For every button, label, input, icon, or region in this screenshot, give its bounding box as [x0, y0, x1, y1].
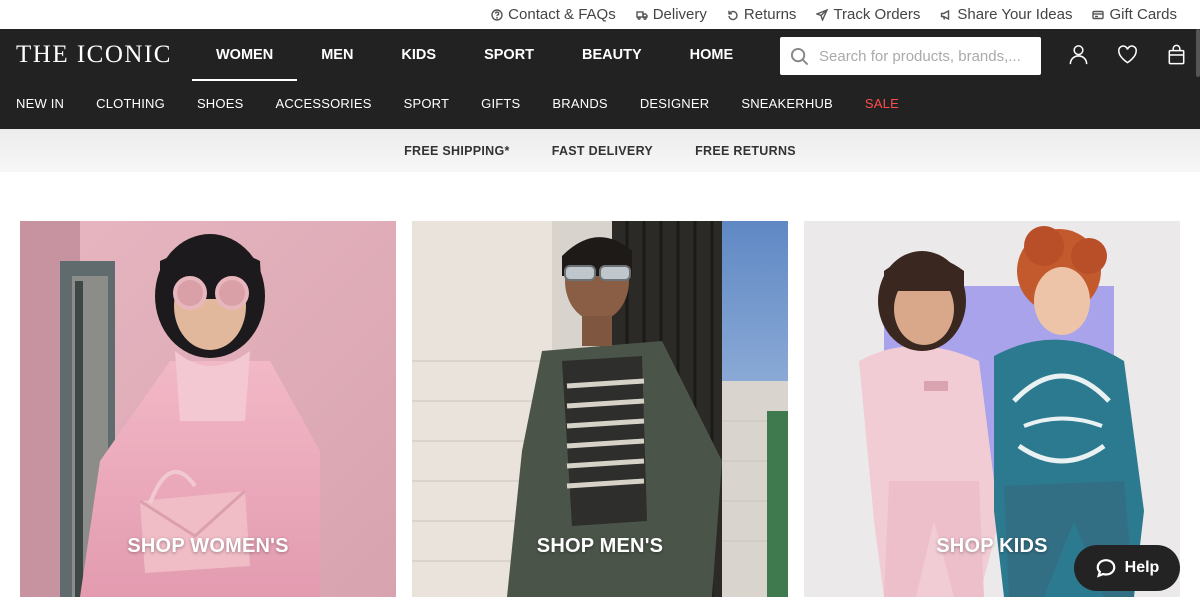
category-sport[interactable]: SPORT [404, 96, 450, 111]
bag-button[interactable] [1165, 43, 1188, 66]
chat-bubble-icon [1096, 559, 1116, 578]
dept-tab-home[interactable]: HOME [666, 29, 758, 81]
utility-link-label: Share Your Ideas [957, 6, 1073, 23]
help-circle-icon [491, 8, 503, 21]
megaphone-icon [941, 9, 950, 20]
account-button[interactable] [1067, 43, 1090, 66]
main-header: THE ICONIC WOMEN MEN KIDS SPORT BEAUTY H… [0, 29, 1200, 129]
promo-free-returns[interactable]: FREE RETURNS [695, 144, 796, 158]
tile-shop-kids[interactable]: SHOP KIDS [804, 221, 1180, 597]
dept-tab-women[interactable]: WOMEN [192, 29, 298, 81]
utility-link-delivery[interactable]: Delivery [636, 6, 707, 23]
category-shoes[interactable]: SHOES [197, 96, 244, 111]
utility-link-track-orders[interactable]: Track Orders [816, 6, 920, 23]
utility-links: Contact & FAQs Delivery Returns Track Or… [491, 0, 1177, 29]
utility-link-returns[interactable]: Returns [727, 6, 797, 23]
category-sneakerhub[interactable]: SNEAKERHUB [741, 96, 833, 111]
send-icon [816, 8, 829, 21]
utility-link-gift-cards[interactable]: Gift Cards [1092, 6, 1177, 23]
wishlist-heart-icon [1118, 45, 1137, 64]
wishlist-button[interactable] [1116, 43, 1139, 66]
search-box [780, 37, 1041, 75]
tile-shop-mens[interactable]: SHOP MEN'S [412, 221, 788, 597]
category-accessories[interactable]: ACCESSORIES [275, 96, 371, 111]
category-nav: NEW IN CLOTHING SHOES ACCESSORIES SPORT … [16, 91, 931, 115]
account-icon [1069, 45, 1088, 65]
search-input[interactable] [819, 47, 1029, 65]
category-clothing[interactable]: CLOTHING [96, 96, 165, 111]
category-sale[interactable]: SALE [865, 96, 899, 111]
dept-tab-men[interactable]: MEN [297, 29, 377, 81]
site-logo[interactable]: THE ICONIC [16, 41, 172, 69]
shopping-bag-icon [1168, 44, 1185, 65]
category-new-in[interactable]: NEW IN [16, 96, 64, 111]
department-nav: WOMEN MEN KIDS SPORT BEAUTY HOME [192, 29, 757, 81]
dept-tab-sport[interactable]: SPORT [460, 29, 558, 81]
utility-link-label: Contact & FAQs [508, 6, 616, 23]
help-label: Help [1124, 559, 1160, 576]
utility-link-share-ideas[interactable]: Share Your Ideas [940, 6, 1072, 23]
page-scrollbar[interactable] [1196, 29, 1200, 77]
utility-bar: Contact & FAQs Delivery Returns Track Or… [0, 0, 1200, 29]
gift-card-icon [1092, 10, 1105, 19]
search-icon[interactable] [790, 47, 809, 66]
category-brands[interactable]: BRANDS [552, 96, 607, 111]
dept-tab-beauty[interactable]: BEAUTY [558, 29, 666, 81]
tile-label: SHOP MEN'S [536, 535, 664, 557]
header-icons [1067, 43, 1188, 66]
hero-tiles: SHOP WOMEN'S SHOP MEN'S SHOP KIDS [20, 221, 1180, 597]
truck-icon [636, 10, 648, 20]
help-button[interactable]: Help [1074, 545, 1180, 591]
category-designer[interactable]: DESIGNER [640, 96, 710, 111]
tile-shop-womens[interactable]: SHOP WOMEN'S [20, 221, 396, 597]
promo-fast-delivery[interactable]: FAST DELIVERY [552, 144, 653, 158]
return-arrow-icon [728, 10, 738, 20]
utility-link-label: Gift Cards [1109, 6, 1177, 23]
promo-free-shipping[interactable]: FREE SHIPPING* [404, 144, 510, 158]
utility-link-label: Returns [743, 6, 797, 23]
dept-tab-kids[interactable]: KIDS [377, 29, 460, 81]
utility-link-label: Delivery [652, 6, 707, 23]
utility-link-label: Track Orders [833, 6, 921, 23]
tile-label: SHOP WOMEN'S [127, 535, 289, 557]
promo-bar: FREE SHIPPING* FAST DELIVERY FREE RETURN… [0, 129, 1200, 172]
category-gifts[interactable]: GIFTS [481, 96, 520, 111]
utility-link-contact[interactable]: Contact & FAQs [491, 6, 616, 23]
